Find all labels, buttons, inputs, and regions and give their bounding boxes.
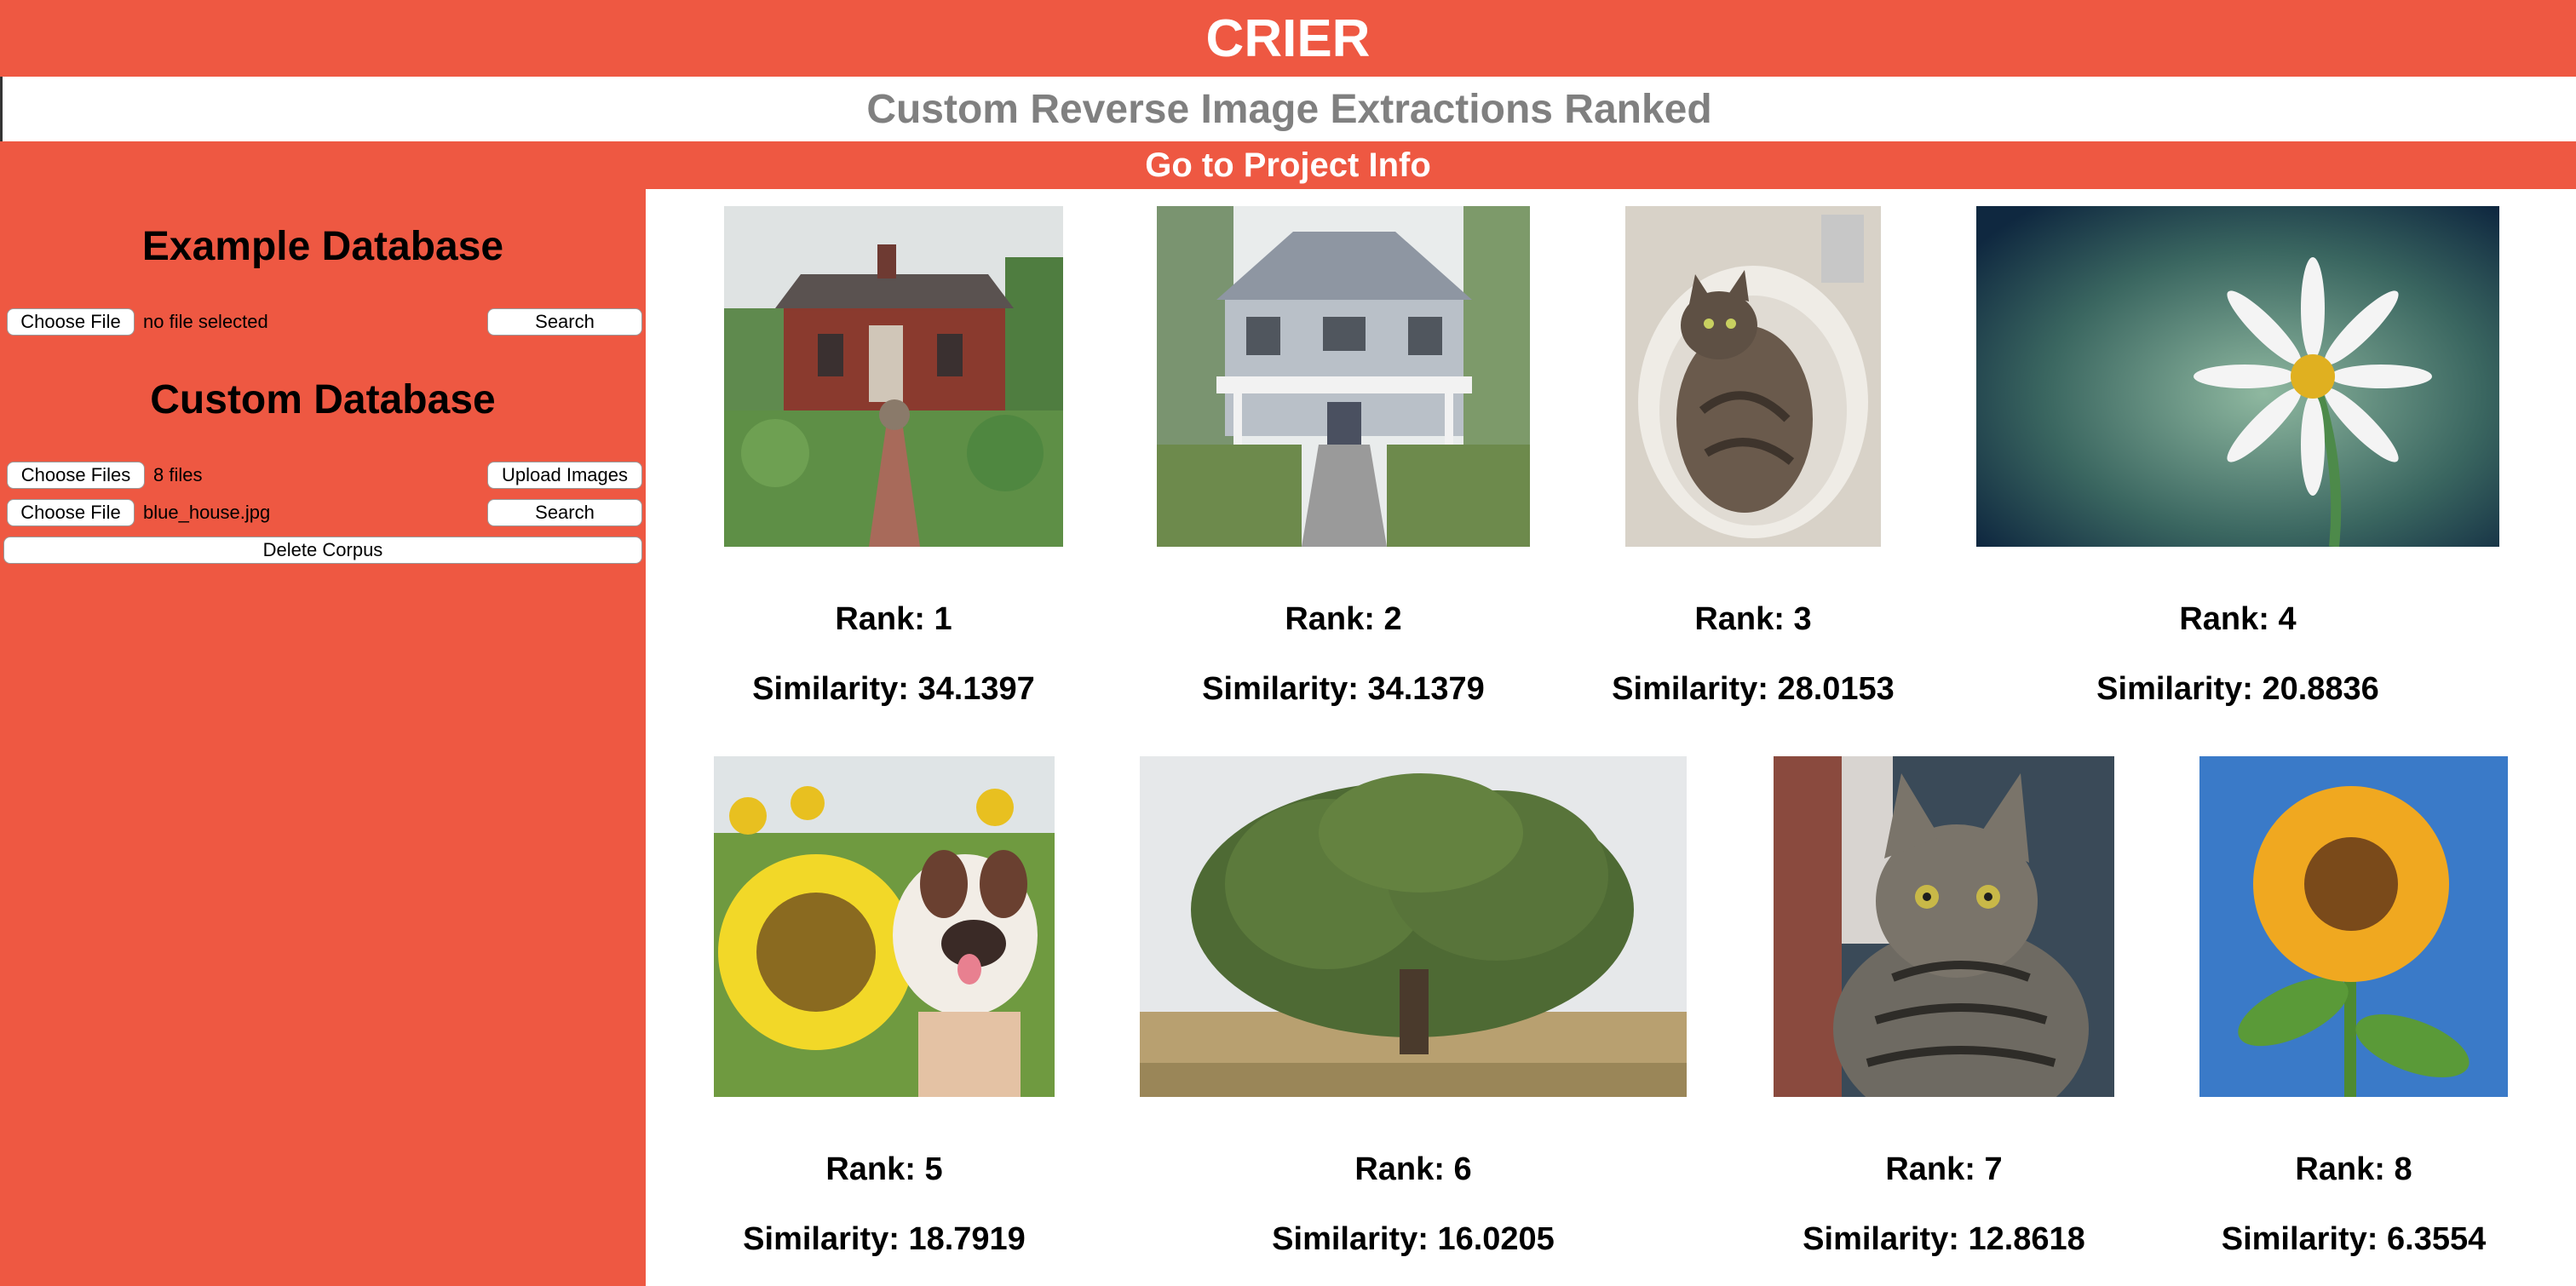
example-file-status: no file selected: [143, 311, 268, 332]
result-rank-2: Rank: 2: [1285, 601, 1402, 637]
result-rank-6: Rank: 6: [1354, 1151, 1472, 1187]
result-rank-7: Rank: 7: [1885, 1151, 2003, 1187]
app-title: CRIER: [1205, 9, 1371, 68]
app-subtitle: Custom Reverse Image Extractions Ranked: [866, 86, 1712, 132]
custom-search-button[interactable]: Search: [487, 499, 642, 526]
result-similarity-1: Similarity: 34.1397: [752, 671, 1035, 707]
project-info-link-label[interactable]: Go to Project Info: [1145, 146, 1431, 185]
delete-corpus-button[interactable]: Delete Corpus: [3, 537, 642, 564]
result-similarity-5: Similarity: 18.7919: [743, 1221, 1026, 1257]
result-rank-5: Rank: 5: [825, 1151, 943, 1187]
upload-images-button[interactable]: Upload Images: [487, 462, 642, 489]
result-similarity-4: Similarity: 20.8836: [2096, 671, 2379, 707]
result-similarity-3: Similarity: 28.0153: [1612, 671, 1895, 707]
result-image-6: [1140, 756, 1687, 1097]
example-search-button[interactable]: Search: [487, 308, 642, 336]
result-rank-1: Rank: 1: [835, 601, 952, 637]
sidebar: Example Database Choose File no file sel…: [0, 189, 646, 1286]
result-image-3: [1625, 206, 1881, 547]
result-image-2: [1157, 206, 1530, 547]
custom-files-status: 8 files: [153, 464, 203, 485]
custom-choose-files-button[interactable]: Choose Files: [7, 462, 145, 489]
result-similarity-2: Similarity: 34.1379: [1202, 671, 1485, 707]
example-choose-file-button[interactable]: Choose File: [7, 308, 135, 336]
results-grid: Rank: 1 Similarity: 34.1397 Rank: 2 Simi…: [646, 189, 2576, 1286]
custom-database-heading: Custom Database: [150, 377, 496, 422]
result-similarity-7: Similarity: 12.8618: [1803, 1221, 2085, 1257]
result-similarity-8: Similarity: 6.3554: [2221, 1221, 2487, 1257]
example-database-heading: Example Database: [141, 224, 504, 269]
app-subtitle-bar: Custom Reverse Image Extractions Ranked: [0, 77, 2576, 141]
result-rank-8: Rank: 8: [2295, 1151, 2412, 1187]
project-info-link[interactable]: Go to Project Info: [0, 141, 2576, 189]
result-image-8: [2199, 756, 2508, 1097]
result-image-5: [714, 756, 1055, 1097]
result-image-4: [1976, 206, 2499, 547]
app-title-bar: CRIER: [0, 0, 2576, 77]
result-rank-4: Rank: 4: [2179, 601, 2297, 637]
result-image-1: [724, 206, 1063, 547]
result-rank-3: Rank: 3: [1694, 601, 1812, 637]
custom-file-status: blue_house.jpg: [143, 502, 271, 523]
result-image-7: [1774, 756, 2114, 1097]
result-similarity-6: Similarity: 16.0205: [1272, 1221, 1555, 1257]
custom-choose-file-button[interactable]: Choose File: [7, 499, 135, 526]
